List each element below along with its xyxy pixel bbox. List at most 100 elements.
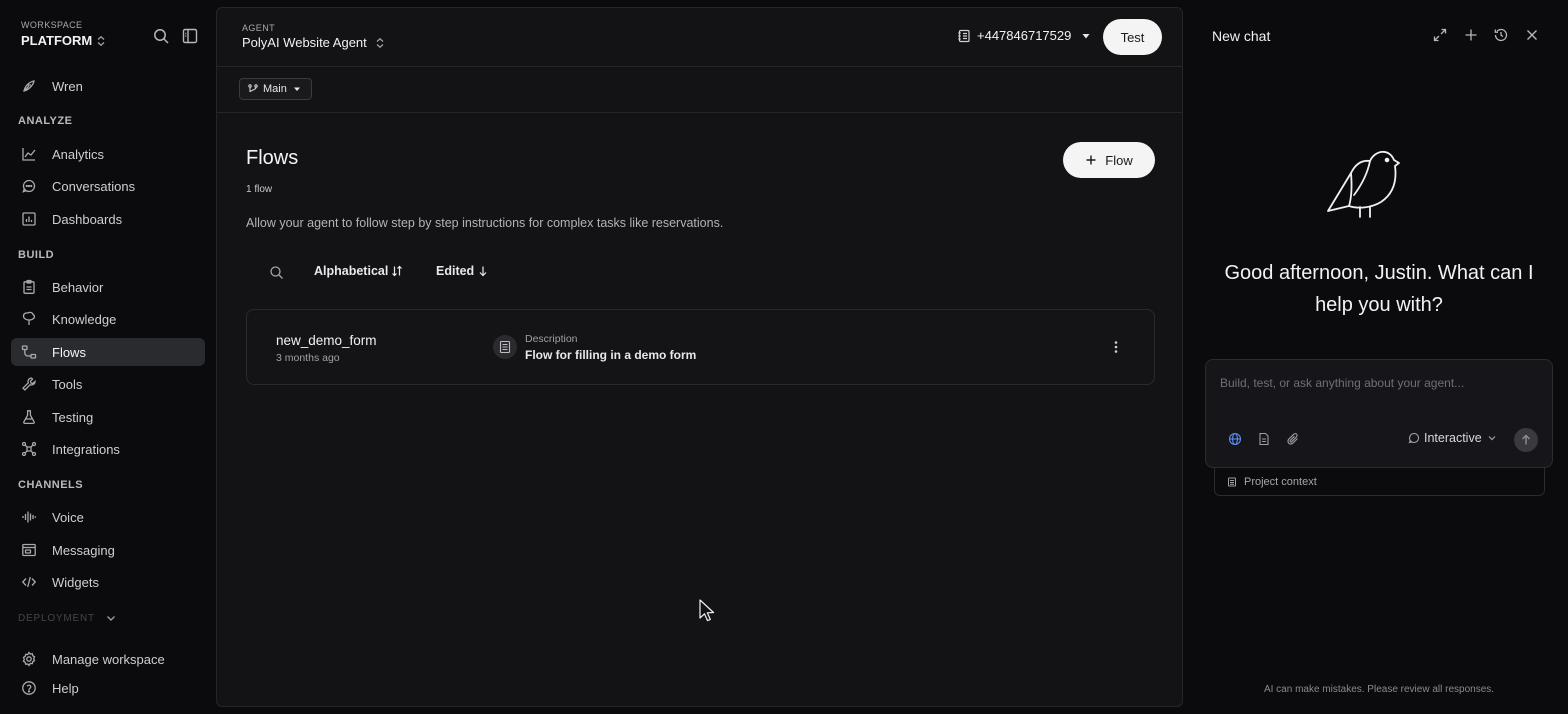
sidebar-item-voice[interactable]: Voice	[11, 503, 205, 531]
chevron-down-icon	[1488, 436, 1496, 441]
flow-name: new_demo_form	[276, 333, 377, 348]
sidebar-item-dashboards[interactable]: Dashboards	[11, 205, 205, 233]
project-context-chip[interactable]: Project context	[1214, 468, 1545, 496]
sidebar-item-label: Flows	[52, 344, 86, 360]
workspace-name: PLATFORM	[21, 33, 93, 48]
divider	[217, 112, 1182, 113]
sidebar-item-manage-workspace[interactable]: Manage workspace	[11, 645, 205, 673]
history-icon[interactable]	[1493, 27, 1509, 43]
wrench-icon	[21, 376, 37, 392]
phone-number-selector[interactable]: +447846717529	[957, 28, 1091, 43]
sort-arrows-icon	[392, 265, 403, 277]
agent-label: AGENT	[242, 23, 276, 33]
chart-line-icon	[21, 146, 37, 162]
gear-icon	[21, 651, 37, 667]
new-chat-plus-icon[interactable]	[1463, 27, 1479, 43]
sidebar-item-label: Tools	[52, 376, 83, 392]
flow-list-item[interactable]: new_demo_form 3 months ago Description F…	[246, 309, 1155, 385]
chat-input[interactable]	[1220, 376, 1540, 390]
plus-icon	[1086, 155, 1096, 165]
sidebar-item-wren[interactable]: Wren	[11, 72, 205, 100]
phone-book-icon	[958, 29, 970, 42]
phone-number: +447846717529	[977, 28, 1072, 43]
sidebar-item-label: Analytics	[52, 146, 105, 162]
document-icon	[493, 335, 517, 359]
sidebar-item-knowledge[interactable]: Knowledge	[11, 305, 205, 333]
sidebar-toggle-icon[interactable]	[181, 27, 199, 45]
divider	[217, 66, 1182, 67]
deployment-section-toggle[interactable]: DEPLOYMENT	[18, 612, 117, 624]
document-icon[interactable]	[1257, 432, 1271, 446]
sidebar-item-label: Conversations	[52, 178, 136, 194]
globe-icon[interactable]	[1228, 432, 1242, 446]
paperclip-icon[interactable]	[1286, 432, 1300, 446]
search-icon[interactable]	[269, 265, 284, 280]
feather-icon	[21, 78, 37, 94]
sidebar-item-help[interactable]: Help	[11, 674, 205, 702]
sidebar-item-flows[interactable]: Flows	[11, 338, 205, 366]
chevron-up-down-icon	[376, 37, 384, 48]
section-label-deployment: DEPLOYMENT	[18, 612, 95, 624]
sidebar-item-label: Voice	[52, 509, 84, 525]
sidebar-item-label: Dashboards	[52, 211, 123, 227]
search-icon[interactable]	[152, 27, 170, 45]
sidebar: WORKSPACE PLATFORM Wren ANALYZE Analytic…	[0, 0, 216, 714]
chat-bubble-icon	[21, 178, 37, 194]
bird-logo-icon	[1327, 150, 1400, 218]
flask-icon	[21, 409, 37, 425]
dashboard-icon	[21, 211, 37, 227]
help-circle-icon	[21, 680, 37, 696]
sidebar-item-behavior[interactable]: Behavior	[11, 273, 205, 301]
sidebar-item-label: Help	[52, 680, 79, 696]
mouse-cursor-icon	[699, 599, 715, 622]
clipboard-icon	[21, 279, 37, 295]
flow-count: 1 flow	[246, 184, 273, 195]
sidebar-item-label: Messaging	[52, 542, 115, 558]
message-window-icon	[21, 542, 37, 558]
test-button[interactable]: Test	[1103, 19, 1162, 55]
sidebar-item-integrations[interactable]: Integrations	[11, 435, 205, 463]
chevron-down-icon	[106, 616, 115, 621]
chat-greeting: Good afternoon, Justin. What can I help …	[1224, 262, 1534, 316]
branch-name: Main	[263, 83, 287, 95]
sidebar-item-conversations[interactable]: Conversations	[11, 172, 205, 200]
sidebar-item-label: Knowledge	[52, 311, 117, 327]
sidebar-item-analytics[interactable]: Analytics	[11, 140, 205, 168]
page-description: Allow your agent to follow step by step …	[246, 216, 724, 230]
sidebar-item-tools[interactable]: Tools	[11, 370, 205, 398]
mode-selector[interactable]: Interactive	[1408, 431, 1498, 445]
sidebar-item-widgets[interactable]: Widgets	[11, 568, 205, 596]
add-flow-button[interactable]: Flow	[1063, 142, 1155, 178]
workspace-switcher[interactable]: PLATFORM	[21, 33, 106, 48]
close-icon[interactable]	[1524, 27, 1540, 43]
ai-disclaimer: AI can make mistakes. Please review all …	[1263, 684, 1495, 695]
sidebar-item-label: Wren	[52, 78, 83, 94]
arrow-down-icon	[479, 266, 487, 277]
send-button[interactable]	[1514, 428, 1538, 452]
sort-alphabetical-label: Alphabetical	[314, 264, 389, 278]
more-options-icon[interactable]	[1109, 338, 1123, 356]
sidebar-item-label: Integrations	[52, 441, 120, 457]
workspace-label: WORKSPACE	[21, 20, 83, 30]
section-label-analyze: ANALYZE	[18, 115, 73, 127]
brain-icon	[21, 311, 37, 327]
sidebar-item-label: Manage workspace	[52, 651, 165, 667]
agent-switcher[interactable]: PolyAI Website Agent	[242, 35, 385, 50]
sidebar-item-messaging[interactable]: Messaging	[11, 536, 205, 564]
sidebar-item-testing[interactable]: Testing	[11, 403, 205, 431]
section-label-channels: CHANNELS	[18, 479, 84, 491]
flow-description-label: Description	[525, 333, 578, 345]
sidebar-item-label: Widgets	[52, 574, 99, 590]
chat-composer: Interactive	[1205, 359, 1553, 468]
main-panel: AGENT PolyAI Website Agent +447846717529…	[216, 7, 1183, 707]
sort-alphabetical-button[interactable]: Alphabetical	[314, 264, 403, 278]
sort-edited-button[interactable]: Edited	[436, 264, 489, 278]
chat-bubble-icon	[1408, 432, 1420, 444]
code-icon	[21, 574, 37, 590]
document-icon	[1228, 477, 1236, 486]
expand-icon[interactable]	[1432, 27, 1448, 43]
caret-down-icon	[1082, 33, 1090, 38]
flows-icon	[21, 344, 37, 360]
branch-selector[interactable]: Main	[239, 78, 312, 100]
chat-title: New chat	[1212, 28, 1271, 44]
